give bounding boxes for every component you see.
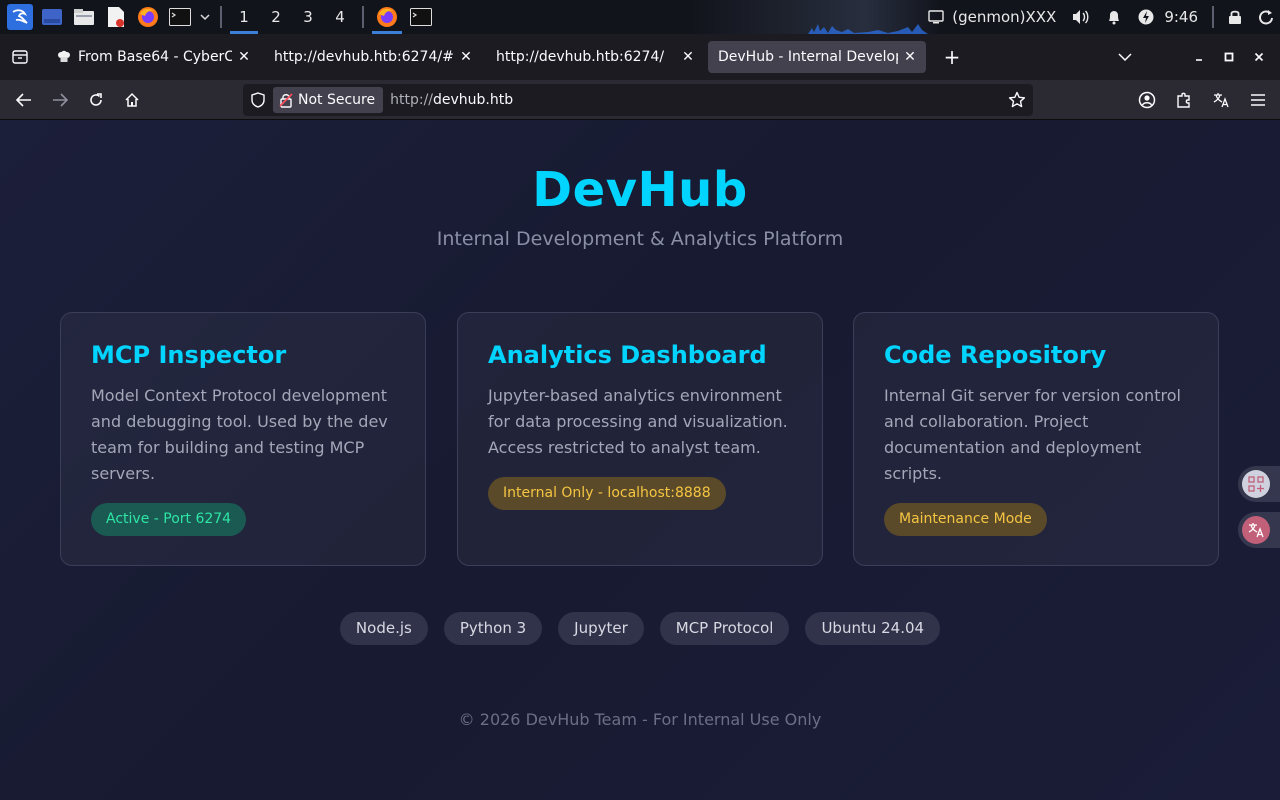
show-desktop-icon[interactable] bbox=[39, 4, 65, 30]
taskbar-separator bbox=[362, 6, 364, 28]
hamburger-menu-icon[interactable] bbox=[1239, 84, 1276, 116]
firefox-launcher-icon[interactable] bbox=[135, 4, 161, 30]
reload-icon[interactable] bbox=[78, 84, 114, 116]
tech-tag: Jupyter bbox=[558, 612, 644, 645]
apps-grid-icon bbox=[1242, 470, 1270, 498]
terminal-launcher-icon[interactable] bbox=[167, 4, 193, 30]
insecure-lock-icon bbox=[279, 92, 293, 108]
chef-hat-icon bbox=[56, 49, 72, 65]
power-manager-icon[interactable] bbox=[1138, 9, 1154, 25]
url-text[interactable]: http://devhub.htb bbox=[390, 92, 513, 108]
taskbar-separator bbox=[1212, 6, 1214, 28]
page-subtitle: Internal Development & Analytics Platfor… bbox=[436, 228, 844, 250]
card-title: Analytics Dashboard bbox=[488, 341, 767, 369]
card-mcp-inspector: MCP Inspector Model Context Protocol dev… bbox=[60, 312, 426, 566]
tab-title: http://devhub.htb:6274/ bbox=[496, 49, 665, 65]
browser-nav-bar: Not Secure http://devhub.htb bbox=[0, 80, 1280, 120]
logout-icon[interactable] bbox=[1258, 9, 1274, 25]
address-bar[interactable]: Not Secure http://devhub.htb bbox=[243, 84, 1033, 116]
translate-badge-icon bbox=[1242, 516, 1270, 544]
forward-arrow-icon bbox=[42, 84, 78, 116]
tab-cyberchef[interactable]: From Base64 - CyberChef ✕ bbox=[46, 41, 260, 73]
translate-icon[interactable] bbox=[1202, 84, 1239, 116]
cpu-graph bbox=[808, 24, 928, 34]
tab-devhub-6274-server[interactable]: http://devhub.htb:6274/#server ✕ bbox=[264, 41, 482, 73]
card-description: Jupyter-based analytics environment for … bbox=[488, 386, 788, 457]
tech-tag: Ubuntu 24.04 bbox=[805, 612, 941, 645]
chevron-down-icon[interactable] bbox=[198, 4, 212, 30]
bookmark-star-icon[interactable] bbox=[1007, 90, 1027, 110]
tech-stack: Node.js Python 3 Jupyter MCP Protocol Ub… bbox=[0, 612, 1280, 645]
card-code-repository: Code Repository Internal Git server for … bbox=[853, 312, 1219, 566]
shield-icon[interactable] bbox=[243, 92, 273, 108]
url-host: devhub.htb bbox=[433, 92, 514, 108]
workspace-1[interactable]: 1 bbox=[228, 0, 260, 34]
close-icon[interactable]: ✕ bbox=[680, 49, 696, 65]
tab-title: DevHub - Internal Development bbox=[718, 49, 898, 65]
file-manager-icon[interactable] bbox=[71, 4, 97, 30]
footer: © 2026 DevHub Team - For Internal Use On… bbox=[458, 710, 822, 729]
minimize-window-icon[interactable] bbox=[1184, 42, 1214, 72]
close-icon[interactable]: ✕ bbox=[458, 49, 474, 65]
taskbar-separator bbox=[220, 6, 222, 28]
status-badge: Internal Only - localhost:8888 bbox=[488, 477, 726, 510]
card-description: Internal Git server for version control … bbox=[884, 386, 1181, 483]
tech-tag: MCP Protocol bbox=[659, 612, 790, 645]
workspace-2[interactable]: 2 bbox=[260, 0, 292, 34]
card-description: Model Context Protocol development and d… bbox=[91, 386, 388, 483]
extensions-puzzle-icon[interactable] bbox=[1165, 84, 1202, 116]
list-all-tabs-icon[interactable] bbox=[1110, 42, 1140, 72]
workspace-3[interactable]: 3 bbox=[292, 0, 324, 34]
tab-devhub-6274[interactable]: http://devhub.htb:6274/ ✕ bbox=[486, 41, 704, 73]
maximize-window-icon[interactable] bbox=[1214, 42, 1244, 72]
workspace-4[interactable]: 4 bbox=[324, 0, 356, 34]
clock[interactable]: 9:46 bbox=[1164, 8, 1198, 26]
sidebar-widget-apps[interactable] bbox=[1238, 466, 1280, 502]
genmon-label: (genmon)XXX bbox=[952, 8, 1057, 26]
account-icon[interactable] bbox=[1128, 84, 1165, 116]
sidebar-widget-translate[interactable] bbox=[1238, 512, 1280, 548]
notification-bell-icon[interactable] bbox=[1106, 9, 1122, 25]
new-tab-button[interactable]: + bbox=[936, 41, 968, 73]
status-badge: Active - Port 6274 bbox=[91, 503, 247, 536]
card-analytics-dashboard: Analytics Dashboard Jupyter-based analyt… bbox=[457, 312, 823, 566]
taskbar-firefox-window[interactable] bbox=[370, 0, 404, 34]
display-icon[interactable] bbox=[928, 10, 944, 24]
os-taskbar: 1 2 3 4 (genmon)XXX 9:46 bbox=[0, 0, 1280, 34]
card-title: MCP Inspector bbox=[91, 341, 287, 369]
volume-icon[interactable] bbox=[1072, 9, 1090, 25]
card-title: Code Repository bbox=[884, 341, 1107, 369]
page-content: DevHub Internal Development & Analytics … bbox=[0, 120, 1280, 800]
kali-menu-icon[interactable] bbox=[7, 4, 33, 30]
home-icon[interactable] bbox=[114, 84, 150, 116]
tech-tag: Python 3 bbox=[443, 612, 543, 645]
not-secure-label: Not Secure bbox=[298, 92, 376, 108]
page-title: DevHub bbox=[532, 162, 748, 218]
tab-devhub-internal[interactable]: DevHub - Internal Development ✕ bbox=[708, 41, 926, 73]
tab-title: From Base64 - CyberChef bbox=[78, 49, 232, 65]
url-scheme: http:// bbox=[390, 92, 433, 108]
taskbar-terminal-window[interactable] bbox=[404, 0, 438, 34]
tech-tag: Node.js bbox=[339, 612, 428, 645]
firefox-view-icon[interactable] bbox=[0, 34, 40, 80]
tab-title: http://devhub.htb:6274/#server bbox=[274, 49, 454, 65]
not-secure-indicator[interactable]: Not Secure bbox=[273, 87, 384, 113]
status-badge: Maintenance Mode bbox=[884, 503, 1047, 536]
text-editor-icon[interactable] bbox=[103, 4, 129, 30]
close-icon[interactable]: ✕ bbox=[902, 49, 918, 65]
lock-icon[interactable] bbox=[1228, 9, 1242, 25]
close-icon[interactable]: ✕ bbox=[236, 49, 252, 65]
close-window-icon[interactable] bbox=[1244, 42, 1274, 72]
back-arrow-icon[interactable] bbox=[6, 84, 42, 116]
browser-tab-strip: From Base64 - CyberChef ✕ http://devhub.… bbox=[0, 34, 1280, 80]
